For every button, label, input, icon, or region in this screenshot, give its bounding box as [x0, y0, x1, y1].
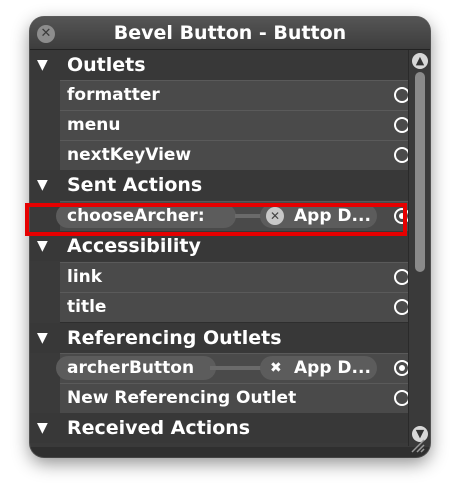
outlet-name: archerButton: [67, 358, 195, 378]
outlet-row-formatter: formatter: [60, 80, 408, 111]
outlet-label: menu: [67, 115, 121, 135]
disclosure-triangle-icon[interactable]: ▼: [37, 50, 48, 80]
disconnect-icon[interactable]: ✖: [270, 356, 282, 380]
vertical-scrollbar[interactable]: ▲ ▼: [408, 50, 430, 446]
outlet-target-pill[interactable]: ✖ App D...: [260, 356, 377, 380]
referencing-outlet-row: archerButton ✖ App D...: [56, 353, 408, 384]
window-title: Bevel Button - Button: [113, 22, 347, 44]
section-received-actions[interactable]: ▼ Received Actions: [30, 413, 408, 443]
new-referencing-outlet-row: New Referencing Outlet: [60, 383, 408, 414]
section-sent-actions[interactable]: ▼ Sent Actions: [30, 170, 408, 200]
inspector-panel: ✕ Bevel Button - Button ▼ Outlets format…: [30, 17, 430, 457]
new-referencing-outlet-label: New Referencing Outlet: [67, 388, 297, 408]
highlight-box: [25, 203, 407, 236]
scroll-thumb[interactable]: [415, 72, 425, 272]
section-label: Sent Actions: [67, 174, 203, 196]
connection-circle-icon[interactable]: [394, 87, 408, 103]
connection-circle-icon[interactable]: [394, 147, 408, 163]
connection-circle-icon[interactable]: [394, 117, 408, 133]
outlet-row-menu: menu: [60, 110, 408, 141]
section-referencing-outlets[interactable]: ▼ Referencing Outlets: [30, 323, 408, 353]
accessibility-label: link: [67, 267, 103, 287]
outlet-name-pill[interactable]: archerButton: [56, 356, 216, 380]
section-label: Referencing Outlets: [67, 327, 282, 349]
accessibility-row-link: link: [60, 262, 408, 293]
title-bar[interactable]: ✕ Bevel Button - Button: [30, 17, 430, 50]
connection-circle-icon[interactable]: [394, 299, 408, 315]
outlet-label: formatter: [67, 85, 160, 105]
disclosure-triangle-icon[interactable]: ▼: [37, 323, 48, 353]
disclosure-triangle-icon[interactable]: ▼: [37, 413, 48, 443]
section-label: Received Actions: [67, 417, 251, 439]
accessibility-row-title: title: [60, 292, 408, 323]
outlet-row-nextkeyview: nextKeyView: [60, 140, 408, 171]
section-outlets[interactable]: ▼ Outlets: [30, 50, 408, 80]
outlet-target: App D...: [294, 358, 371, 378]
connection-line: [210, 366, 265, 370]
bottom-bar: [30, 447, 430, 457]
connection-circle-icon[interactable]: [394, 269, 408, 285]
disclosure-triangle-icon[interactable]: ▼: [37, 170, 48, 200]
accessibility-label: title: [67, 297, 107, 317]
resize-grip-icon[interactable]: [406, 437, 426, 453]
scroll-up-arrow-icon[interactable]: ▲: [412, 53, 428, 69]
connections-list: ▼ Outlets formatter menu nextKeyView ▼ S…: [30, 50, 408, 447]
section-label: Outlets: [67, 54, 146, 76]
outlet-label: nextKeyView: [67, 145, 192, 165]
connection-circle-icon[interactable]: [394, 390, 408, 406]
connection-circle-icon[interactable]: [394, 360, 408, 376]
